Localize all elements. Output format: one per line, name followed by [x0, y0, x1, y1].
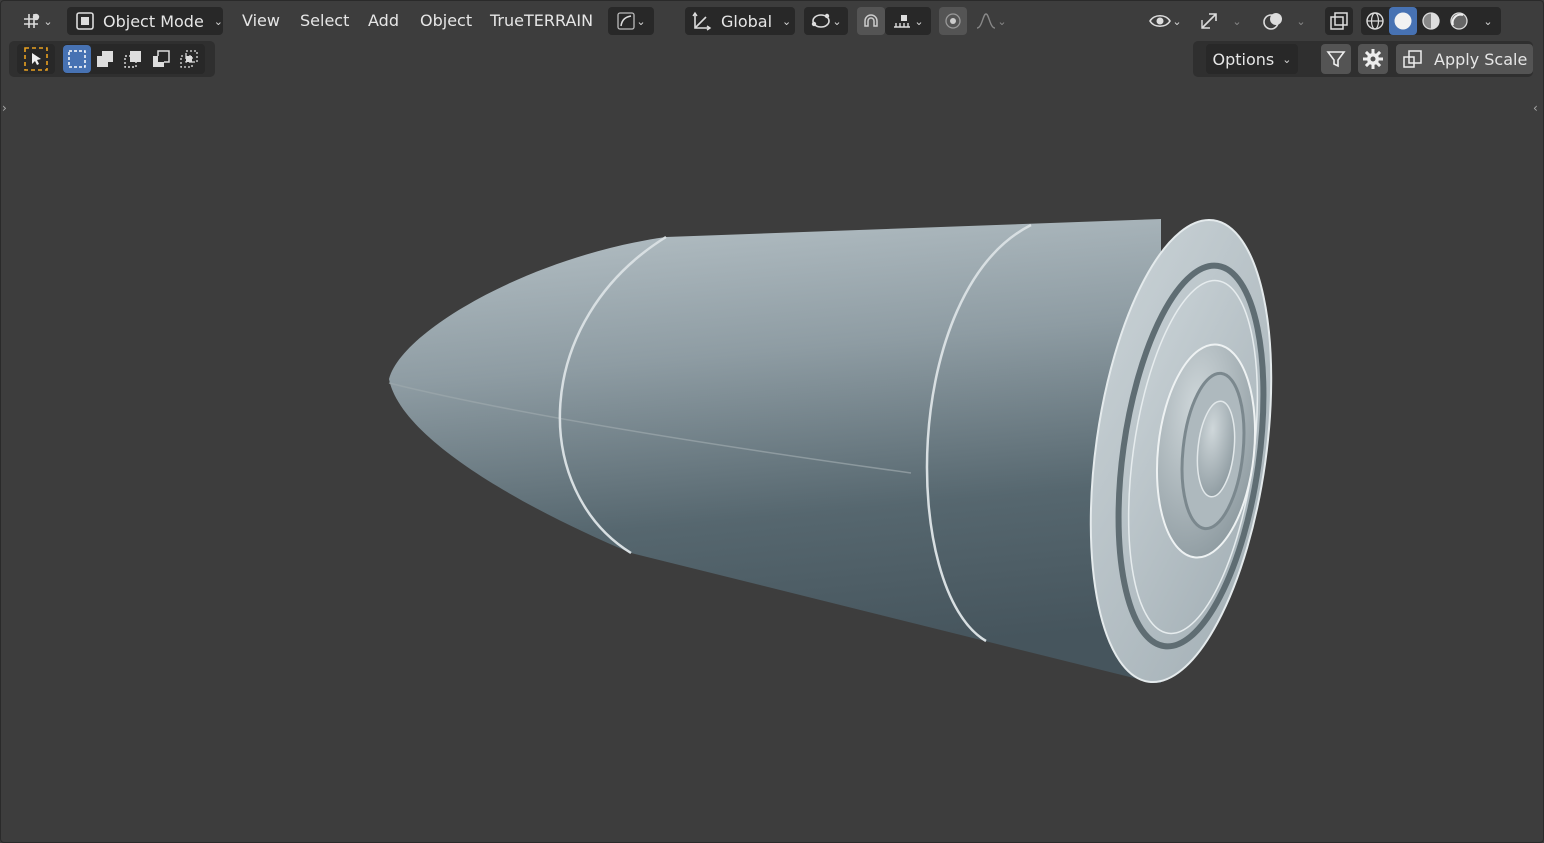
- proportional-editing-toggle[interactable]: [939, 7, 967, 35]
- transform-orientation-icon: [691, 10, 713, 32]
- apply-scale-button[interactable]: Apply Scale: [1396, 44, 1533, 74]
- overlays-toggle[interactable]: [1259, 7, 1287, 35]
- snap-magnet-icon: [861, 11, 881, 31]
- viewport-header: ⌄ Object Mode ⌄ View Select Add Object T…: [1, 1, 1544, 41]
- snap-increment-icon: [892, 11, 914, 31]
- menu-object[interactable]: Object: [420, 7, 472, 35]
- material-sphere-icon: [1421, 11, 1441, 31]
- object-mode-label: Object Mode: [103, 11, 204, 31]
- shading-material-preview-button[interactable]: [1417, 7, 1445, 35]
- settings-button[interactable]: [1358, 44, 1388, 74]
- shading-dropdown[interactable]: ⌄: [1475, 7, 1501, 35]
- curve-tool-dropdown[interactable]: ⌄: [608, 7, 654, 35]
- proportional-falloff-icon: [975, 11, 997, 31]
- chevron-down-icon: ⌄: [914, 14, 924, 28]
- rendered-sphere-icon: [1449, 11, 1469, 31]
- chevron-down-icon: ⌄: [1296, 14, 1306, 28]
- gear-icon: [1362, 48, 1384, 70]
- extend-selection-icon: [94, 48, 116, 70]
- sidebar-expand-arrow-icon[interactable]: ‹: [1533, 101, 1538, 115]
- select-tool-icon: [23, 46, 49, 72]
- proportional-falloff-dropdown[interactable]: ⌄: [969, 7, 1013, 35]
- overlays-icon: [1262, 10, 1284, 32]
- curve-icon: [616, 11, 636, 31]
- apply-scale-icon: [1402, 48, 1424, 70]
- chevron-down-icon: ⌄: [832, 14, 842, 28]
- chevron-down-icon: ⌄: [43, 14, 53, 28]
- selection-mode-new[interactable]: [63, 45, 91, 73]
- chevron-down-icon: ⌄: [1483, 14, 1493, 28]
- xray-toggle[interactable]: [1325, 7, 1353, 35]
- pivot-point-dropdown[interactable]: ⌄: [804, 7, 848, 35]
- snap-target-dropdown[interactable]: ⌄: [885, 7, 931, 35]
- editor-type-icon: [21, 11, 43, 31]
- chevron-down-icon: ⌄: [636, 14, 646, 28]
- filter-button[interactable]: [1321, 44, 1351, 74]
- chevron-down-icon: ⌄: [1232, 14, 1242, 28]
- gizmo-toggle[interactable]: [1195, 7, 1223, 35]
- filter-icon: [1325, 48, 1347, 70]
- chevron-down-icon: ⌄: [213, 14, 224, 28]
- invert-selection-icon: [150, 48, 172, 70]
- wireframe-sphere-icon: [1365, 11, 1385, 31]
- chevron-down-icon: ⌄: [1172, 14, 1182, 28]
- editor-type-button[interactable]: ⌄: [15, 7, 59, 35]
- subtract-selection-icon: [122, 48, 144, 70]
- xray-icon: [1329, 11, 1349, 31]
- menu-select[interactable]: Select: [300, 7, 349, 35]
- selection-mode-intersect[interactable]: [175, 45, 203, 73]
- transform-orientation-label: Global: [721, 11, 773, 31]
- gizmo-icon: [1198, 10, 1220, 32]
- apply-scale-label: Apply Scale: [1434, 49, 1528, 69]
- solid-sphere-icon: [1393, 11, 1413, 31]
- toolbar-expand-arrow-icon[interactable]: ›: [2, 101, 7, 115]
- intersect-selection-icon: [178, 48, 200, 70]
- eye-visibility-icon: [1148, 11, 1172, 31]
- menu-add[interactable]: Add: [368, 7, 399, 35]
- chevron-down-icon: ⌄: [782, 14, 792, 28]
- bullet-model[interactable]: [381, 211, 1281, 691]
- set-new-selection-icon: [66, 48, 88, 70]
- menu-trueterrain[interactable]: TrueTERRAIN: [490, 7, 593, 35]
- chevron-down-icon: ⌄: [1282, 52, 1292, 66]
- selection-mode-invert[interactable]: [147, 45, 175, 73]
- gizmo-dropdown[interactable]: ⌄: [1227, 7, 1247, 35]
- select-tool-button[interactable]: [17, 44, 55, 74]
- selection-mode-extend[interactable]: [91, 45, 119, 73]
- object-mode-dropdown[interactable]: Object Mode ⌄: [67, 7, 223, 35]
- snap-toggle[interactable]: [857, 7, 885, 35]
- overlays-dropdown[interactable]: ⌄: [1291, 7, 1311, 35]
- 3d-viewport[interactable]: ⌄ Object Mode ⌄ View Select Add Object T…: [0, 0, 1544, 843]
- selection-mode-subtract[interactable]: [119, 45, 147, 73]
- pivot-point-icon: [810, 11, 832, 31]
- menu-view[interactable]: View: [242, 7, 280, 35]
- transform-orientation-dropdown[interactable]: Global ⌄: [685, 7, 795, 35]
- shading-rendered-button[interactable]: [1445, 7, 1473, 35]
- shading-solid-button[interactable]: [1389, 7, 1417, 35]
- options-label: Options: [1212, 49, 1275, 69]
- chevron-down-icon: ⌄: [997, 14, 1007, 28]
- visibility-dropdown[interactable]: ⌄: [1141, 7, 1189, 35]
- options-dropdown[interactable]: Options ⌄: [1206, 44, 1298, 74]
- shading-wireframe-button[interactable]: [1361, 7, 1389, 35]
- object-mode-icon: [75, 11, 95, 31]
- proportional-editing-icon: [943, 11, 963, 31]
